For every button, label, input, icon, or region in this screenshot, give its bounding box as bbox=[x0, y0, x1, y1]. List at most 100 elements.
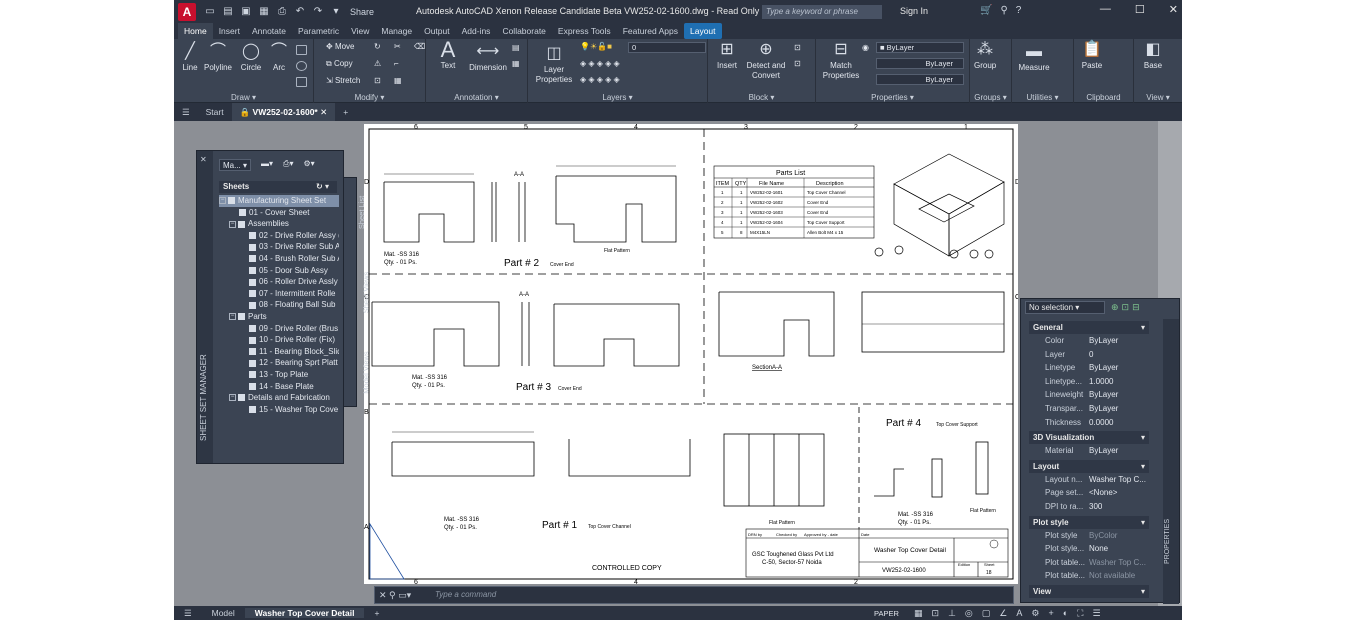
erase-icon[interactable]: ⌫ bbox=[414, 42, 425, 51]
property-row[interactable]: Plot style... None bbox=[1029, 542, 1149, 556]
tab-sheet-list[interactable]: Sheet List bbox=[357, 196, 366, 229]
save-icon[interactable]: ▣ bbox=[240, 6, 252, 17]
property-row[interactable]: DPI to ra... 300 bbox=[1029, 500, 1149, 514]
tab-layout[interactable]: Layout bbox=[683, 23, 722, 39]
saveas-icon[interactable]: ▦ bbox=[258, 6, 270, 17]
table-icon[interactable]: ▦ bbox=[512, 59, 520, 68]
new-icon[interactable]: ▭ bbox=[204, 6, 216, 17]
tab-start[interactable]: Start bbox=[198, 107, 232, 117]
collapse-toggle-icon[interactable]: − bbox=[229, 394, 236, 402]
props-section-header[interactable]: Layout bbox=[1029, 459, 1149, 473]
tree-sheet-item[interactable]: 13 - Top Plate bbox=[219, 369, 339, 381]
block-editor-icon[interactable]: ⊡ bbox=[794, 43, 801, 52]
exchange-icon[interactable]: ⚲ bbox=[1000, 5, 1007, 16]
tree-sheet-item[interactable]: 14 - Base Plate bbox=[219, 381, 339, 393]
property-value[interactable]: ByLayer bbox=[1089, 444, 1149, 458]
property-value[interactable]: ByLayer bbox=[1089, 361, 1149, 375]
property-value[interactable]: Washer Top C... bbox=[1089, 556, 1149, 570]
open-icon[interactable]: ▤ bbox=[222, 6, 234, 17]
property-row[interactable]: Lineweight ByLayer bbox=[1029, 388, 1149, 402]
group-tool[interactable]: ⁂ Group bbox=[974, 41, 996, 71]
props-section-header[interactable]: Plot style bbox=[1029, 515, 1149, 529]
line-tool[interactable]: ╱ Line bbox=[178, 43, 202, 73]
select-objects-icon[interactable]: ⊡ bbox=[1122, 302, 1130, 313]
tab-sheet-views[interactable]: Sheet Views bbox=[361, 272, 370, 314]
color-dropdown[interactable]: ■ ByLayer bbox=[876, 42, 964, 53]
property-row[interactable]: Thickness 0.0000 bbox=[1029, 416, 1149, 430]
attribute-icon[interactable]: ⊡ bbox=[794, 59, 801, 68]
tree-sheet-item[interactable]: 02 - Drive Roller Assy ( bbox=[219, 230, 339, 242]
osnap-icon[interactable]: ▢ bbox=[982, 608, 991, 619]
tab-layout[interactable]: Washer Top Cover Detail bbox=[244, 608, 365, 618]
polyline-tool[interactable]: ⌒ Polyline bbox=[202, 43, 234, 73]
minimize-icon[interactable]: — bbox=[1100, 3, 1111, 16]
groups-panel-title[interactable]: Groups ▾ bbox=[970, 93, 1011, 102]
view-panel-title[interactable]: View ▾ bbox=[1134, 93, 1182, 102]
fillet-icon[interactable]: ⌐ bbox=[394, 59, 399, 68]
tab-model[interactable]: Model bbox=[202, 608, 245, 618]
annotation-panel-title[interactable]: Annotation ▾ bbox=[426, 93, 527, 102]
property-row[interactable]: Linetype... 1.0000 bbox=[1029, 375, 1149, 389]
help-icon[interactable]: ? bbox=[1016, 5, 1022, 16]
property-row[interactable]: Transpar... ByLayer bbox=[1029, 402, 1149, 416]
tree-sheet-item[interactable]: 01 - Cover Sheet bbox=[219, 207, 339, 219]
layer-dropdown[interactable]: 0 bbox=[628, 42, 706, 53]
property-row[interactable]: Plot table... Washer Top C... bbox=[1029, 556, 1149, 570]
move-button[interactable]: ✥ Move bbox=[326, 42, 355, 51]
layer-tools-row2[interactable]: ◈ ◈ ◈ ◈ ◈ bbox=[580, 75, 620, 84]
tree-sheet-item[interactable]: 03 - Drive Roller Sub A bbox=[219, 241, 339, 253]
tree-sheet-item[interactable]: 04 - Brush Roller Sub A bbox=[219, 253, 339, 265]
property-row[interactable]: Layout n... Washer Top C... bbox=[1029, 473, 1149, 487]
annotation-scale-icon[interactable]: A bbox=[1016, 608, 1022, 619]
tree-group[interactable]: − Parts bbox=[219, 311, 339, 323]
layers-panel-title[interactable]: Layers ▾ bbox=[528, 93, 707, 102]
tree-sheet-set[interactable]: − Manufacturing Sheet Set bbox=[219, 195, 339, 207]
ssm-dropdown[interactable]: Ma... ▾ bbox=[219, 159, 252, 171]
tree-sheet-item[interactable]: 15 - Washer Top Cove bbox=[219, 404, 339, 416]
property-row[interactable]: Color ByLayer bbox=[1029, 334, 1149, 348]
otrack-icon[interactable]: ∠ bbox=[999, 608, 1007, 619]
workspace-icon[interactable]: ⚙ bbox=[1031, 608, 1039, 619]
property-row[interactable]: Layer 0 bbox=[1029, 348, 1149, 362]
insert-tool[interactable]: ⊞ Insert bbox=[712, 41, 742, 71]
command-input[interactable]: Type a command bbox=[435, 590, 496, 599]
tree-sheet-item[interactable]: 05 - Door Sub Assy bbox=[219, 265, 339, 277]
property-value[interactable]: Washer Top C... bbox=[1089, 473, 1149, 487]
property-value[interactable]: 1.0000 bbox=[1089, 375, 1149, 389]
customize-icon[interactable]: ☰ bbox=[1092, 608, 1100, 619]
collapse-toggle-icon[interactable]: − bbox=[229, 220, 236, 228]
collapse-toggle-icon[interactable]: − bbox=[219, 197, 226, 205]
rectangle-icon[interactable] bbox=[296, 45, 307, 55]
text-tool[interactable]: A Text bbox=[436, 39, 460, 71]
fullscreen-icon[interactable]: ⛶ bbox=[1077, 608, 1083, 619]
ssm-print-icon[interactable]: ⎙▾ bbox=[283, 159, 293, 171]
utilities-panel-title[interactable]: Utilities ▾ bbox=[1012, 93, 1073, 102]
modify-panel-title[interactable]: Modify ▾ bbox=[314, 93, 425, 102]
layer-tools-row1[interactable]: ◈ ◈ ◈ ◈ ◈ bbox=[580, 59, 620, 68]
tab-view[interactable]: View bbox=[345, 23, 375, 39]
command-line[interactable]: ✕ ⚲ ▭▾ Type a command bbox=[374, 586, 1014, 604]
property-value[interactable]: ByColor bbox=[1089, 529, 1149, 543]
tree-sheet-item[interactable]: 07 - Intermittent Rolle bbox=[219, 288, 339, 300]
base-tool[interactable]: ◧ Base bbox=[1138, 41, 1168, 71]
property-value[interactable]: 0.0000 bbox=[1089, 416, 1149, 430]
ellipse-icon[interactable] bbox=[296, 61, 307, 71]
leader-icon[interactable]: ▤ bbox=[512, 43, 520, 52]
selection-dropdown[interactable]: No selection ▾ bbox=[1025, 301, 1105, 314]
add-layout-button[interactable]: + bbox=[364, 608, 389, 618]
match-properties-tool[interactable]: ⊟ Match Properties bbox=[820, 41, 862, 81]
tree-sheet-item[interactable]: 10 - Drive Roller (Fix) bbox=[219, 334, 339, 346]
props-section-header[interactable]: View bbox=[1029, 584, 1149, 598]
tab-add-ins[interactable]: Add-ins bbox=[456, 23, 497, 39]
props-section-header[interactable]: General bbox=[1029, 321, 1149, 334]
tab-insert[interactable]: Insert bbox=[213, 23, 246, 39]
circle-tool[interactable]: ◯ Circle bbox=[238, 43, 264, 73]
close-icon[interactable]: ✕ bbox=[1169, 3, 1178, 16]
toggle-pickadd-icon[interactable]: ⊕ bbox=[1111, 302, 1119, 313]
tab-model-views[interactable]: Model Views bbox=[362, 351, 371, 393]
collapse-toggle-icon[interactable]: − bbox=[229, 313, 236, 321]
property-value[interactable]: None bbox=[1089, 542, 1149, 556]
menu-icon[interactable]: ☰ bbox=[174, 107, 198, 118]
hatch-icon[interactable] bbox=[296, 77, 307, 87]
tree-sheet-item[interactable]: 06 - Roller Drive Assly bbox=[219, 276, 339, 288]
